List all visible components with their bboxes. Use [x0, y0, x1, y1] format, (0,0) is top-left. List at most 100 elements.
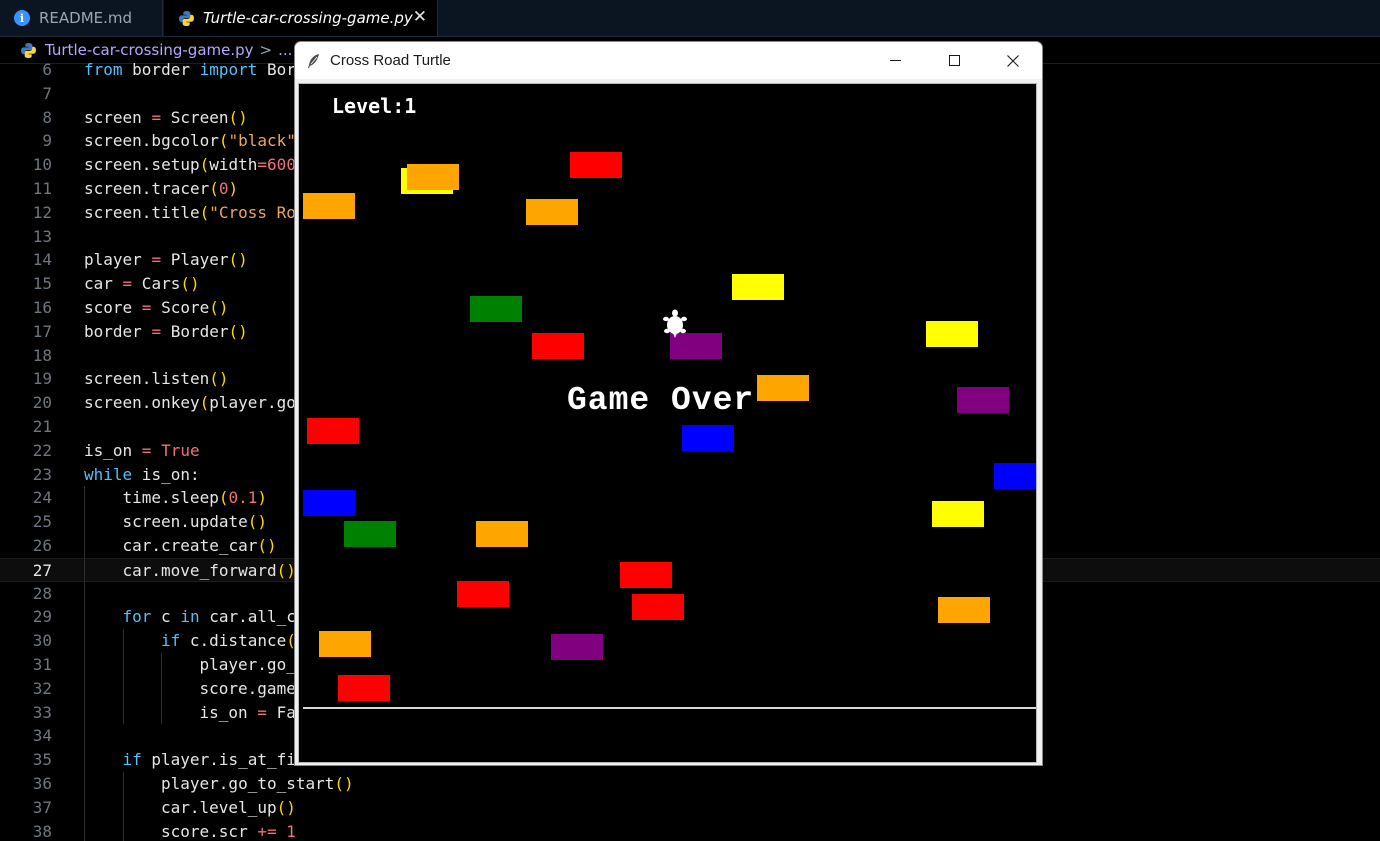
code-line[interactable]: 36 player.go_to_start(): [0, 772, 1380, 796]
car-red: [532, 333, 584, 359]
code-text: screen.title("Cross Ro: [84, 202, 296, 222]
code-text: car = Cars(): [84, 274, 200, 294]
line-number: 10: [32, 155, 52, 175]
minimize-button[interactable]: [866, 42, 924, 79]
code-text: score = Score(): [84, 298, 229, 317]
code-text: score.scr += 1: [161, 821, 296, 841]
code-text: player = Player(): [84, 250, 248, 270]
code-text: car.move_forward(): [122, 560, 296, 580]
code-text: time.sleep(0.1): [122, 488, 268, 508]
window-titlebar[interactable]: Cross Road Turtle: [295, 42, 1042, 79]
code-text: screen.tracer(0): [84, 179, 239, 198]
car-orange: [476, 521, 528, 547]
code-line[interactable]: 37 car.level_up(): [0, 796, 1380, 820]
maximize-icon: [948, 55, 960, 66]
car-purple: [551, 634, 603, 660]
line-number: 32: [32, 678, 52, 698]
tab-label: Turtle-car-crossing-game.py: [203, 9, 413, 27]
window-title: Cross Road Turtle: [330, 52, 451, 69]
canvas-frame: Level:1 Game Over: [295, 80, 1042, 765]
car-blue: [994, 463, 1036, 489]
line-number: 13: [32, 226, 52, 246]
line-number: 21: [32, 417, 52, 436]
close-icon: [1007, 54, 1019, 67]
game-canvas[interactable]: Level:1 Game Over: [298, 83, 1037, 763]
car-blue: [303, 490, 355, 516]
car-blue: [682, 425, 734, 451]
line-number: 16: [32, 298, 52, 317]
line-number: 37: [32, 797, 52, 817]
car-yellow: [926, 321, 978, 347]
car-orange: [526, 199, 578, 225]
line-number: 11: [32, 179, 52, 198]
car-red: [632, 594, 684, 620]
car-red: [457, 581, 509, 607]
line-number: 14: [32, 250, 52, 270]
code-line[interactable]: 38 score.scr += 1: [0, 820, 1380, 841]
line-number: 30: [32, 631, 52, 651]
line-number: 29: [32, 607, 52, 627]
code-text: score.game: [199, 678, 296, 698]
car-red: [620, 562, 672, 588]
turtle-player-icon: [663, 309, 687, 338]
line-number: 28: [32, 583, 52, 603]
car-purple: [957, 387, 1009, 413]
maximize-button[interactable]: [925, 42, 983, 79]
indent-guide: [122, 629, 124, 725]
code-text: car.level_up(): [161, 797, 296, 817]
car-green: [470, 296, 522, 322]
code-text: player.go_: [199, 655, 296, 674]
tab-turtle-car-crossing-game[interactable]: Turtle-car-crossing-game.py ✕: [164, 0, 438, 36]
code-text: screen.setup(width=600: [84, 155, 296, 175]
code-text: screen = Screen(): [84, 107, 248, 127]
code-text: car.create_car(): [122, 536, 277, 555]
code-text: screen.onkey(player.go: [84, 393, 296, 413]
python-icon: [179, 10, 194, 26]
code-text: if c.distance(: [161, 631, 296, 651]
line-number: 35: [32, 750, 52, 770]
line-number: 12: [32, 202, 52, 222]
car-orange: [757, 375, 809, 401]
car-red: [307, 418, 359, 444]
indent-guide: [84, 486, 85, 841]
code-text: player.go_to_start(): [161, 774, 354, 793]
car-orange: [938, 597, 990, 623]
tab-readme[interactable]: i README.md: [0, 0, 163, 36]
line-number: 25: [32, 512, 52, 532]
car-red: [570, 152, 622, 178]
line-number: 34: [32, 726, 52, 746]
line-number: 22: [32, 440, 52, 460]
finish-line: [303, 707, 1036, 709]
line-number: 20: [32, 393, 52, 413]
code-text: for c in car.all_c: [122, 607, 296, 627]
line-number: 9: [42, 131, 52, 151]
code-text: border = Border(): [84, 321, 248, 341]
line-number: 8: [42, 107, 52, 127]
car-yellow: [932, 501, 984, 527]
tab-label: README.md: [39, 9, 133, 27]
car-red: [338, 675, 390, 701]
line-number: 24: [32, 488, 52, 508]
line-number: 36: [32, 774, 52, 793]
indent-guide: [122, 772, 124, 841]
code-text: screen.bgcolor("black": [84, 131, 296, 151]
indent-guide: [161, 653, 162, 725]
code-text: while is_on:: [84, 464, 200, 484]
car-orange: [303, 193, 355, 219]
line-number: 17: [32, 321, 52, 341]
car-orange: [319, 631, 371, 657]
line-number: 26: [32, 536, 52, 555]
game-over-text: Game Over: [567, 382, 755, 419]
code-text: is_on = True: [84, 440, 200, 460]
code-text: screen.listen(): [84, 369, 229, 389]
car-green: [344, 521, 396, 547]
close-button[interactable]: [984, 42, 1042, 79]
editor-tab-bar: i README.md Turtle-car-crossing-game.py …: [0, 0, 1380, 37]
code-text: from border import Bor: [84, 60, 296, 79]
line-number: 7: [42, 83, 52, 103]
car-orange: [407, 164, 459, 190]
line-number: 33: [32, 702, 52, 722]
line-number: 19: [32, 369, 52, 389]
line-number: 15: [32, 274, 52, 294]
close-icon[interactable]: ✕: [413, 7, 427, 27]
